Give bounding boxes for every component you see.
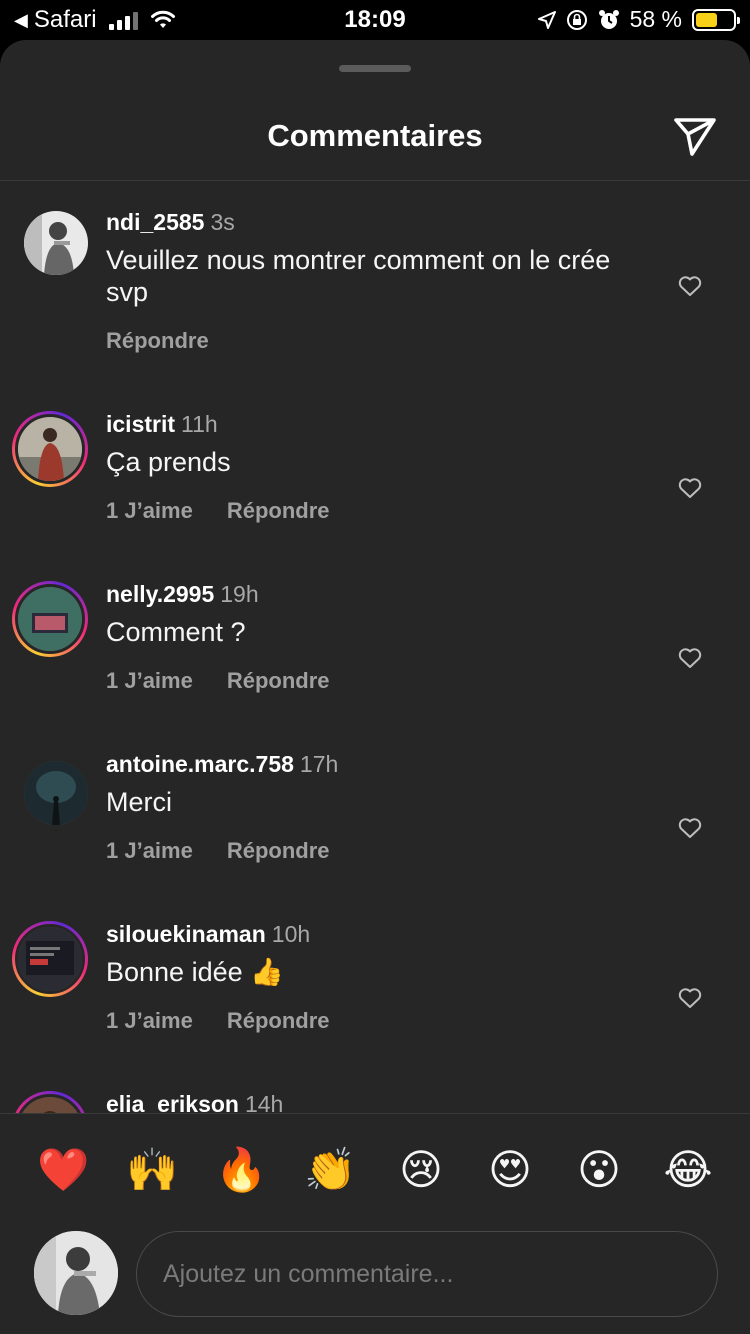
comment-item: icistrit 11h Ça prends 1 J’aime Répondre xyxy=(0,411,750,581)
comment-username[interactable]: nelly.2995 19h xyxy=(106,581,259,608)
status-bar: ◀ Safari 18:09 58 % xyxy=(0,0,750,40)
comment-text: Ça prends xyxy=(106,447,231,477)
emoji-crying-face[interactable]: 😢 xyxy=(395,1144,447,1196)
comment-actions: 1 J’aime Répondre xyxy=(106,838,330,864)
reply-button[interactable]: Répondre xyxy=(227,838,330,864)
comment-time: 14h xyxy=(244,1091,284,1113)
comment-actions: 1 J’aime Répondre xyxy=(106,498,330,524)
comment-actions: 1 J’aime Répondre xyxy=(106,668,330,694)
comment-item: nelly.2995 19h Comment ? 1 J’aime Répondr… xyxy=(0,581,750,751)
comment-actions: 1 J’aime Répondre xyxy=(106,1008,330,1034)
comment-text: Veuillez nous montrer comment on le crée… xyxy=(106,245,611,307)
emoji-astonished[interactable]: 😮 xyxy=(573,1144,625,1196)
comment-composer: ❤️ 🙌 🔥 👏 😢 😍 😮 😂 xyxy=(0,1113,750,1334)
likes-count[interactable]: 1 J’aime xyxy=(106,838,193,864)
emoji-fire[interactable]: 🔥 xyxy=(215,1144,267,1196)
reply-button[interactable]: Répondre xyxy=(227,668,330,694)
avatar[interactable] xyxy=(12,1091,88,1113)
avatar[interactable] xyxy=(12,411,88,487)
status-right: 58 % xyxy=(537,6,740,33)
avatar[interactable] xyxy=(24,211,88,275)
comment-time: 11h xyxy=(181,411,218,437)
avatar[interactable] xyxy=(12,581,88,657)
likes-count[interactable]: 1 J’aime xyxy=(106,668,193,694)
comment-time: 3s xyxy=(210,209,235,235)
avatar[interactable] xyxy=(24,761,88,825)
location-icon xyxy=(537,10,556,29)
comment-time: 10h xyxy=(271,921,311,947)
like-heart-icon[interactable] xyxy=(678,647,702,669)
comment-item: elia_erikson 14h xyxy=(0,1091,750,1113)
current-user-avatar xyxy=(34,1231,118,1315)
comment-time: 19h xyxy=(220,581,259,607)
comment-input-box[interactable] xyxy=(136,1231,718,1317)
quick-emoji-bar: ❤️ 🙌 🔥 👏 😢 😍 😮 😂 xyxy=(0,1144,750,1196)
page-title: Commentaires xyxy=(267,118,483,153)
comment-username[interactable]: elia_erikson 14h xyxy=(106,1091,283,1113)
comment-item: ndi_2585 3s Veuillez nous montrer comment… xyxy=(0,181,750,354)
reply-button[interactable]: Répondre xyxy=(227,1008,330,1034)
comment-time: 17h xyxy=(299,751,339,777)
alarm-icon xyxy=(598,9,619,29)
send-direct-icon[interactable] xyxy=(672,114,718,158)
comment-item: silouekinaman 10h Bonne idée 👍 1 J’aime R… xyxy=(0,921,750,1091)
comment-actions: Répondre xyxy=(106,328,209,354)
orientation-lock-icon xyxy=(566,9,587,30)
comments-sheet: Commentaires ndi_2585 3s Veuillez nous m… xyxy=(0,40,750,1334)
reply-button[interactable]: Répondre xyxy=(227,498,330,524)
comment-text: Bonne idée 👍 xyxy=(106,957,284,987)
likes-count[interactable]: 1 J’aime xyxy=(106,498,193,524)
comment-username[interactable]: icistrit 11h xyxy=(106,411,218,438)
emoji-raising-hands[interactable]: 🙌 xyxy=(126,1144,178,1196)
emoji-heart-eyes[interactable]: 😍 xyxy=(484,1144,536,1196)
comment-text: Merci xyxy=(106,787,172,817)
battery-icon xyxy=(692,8,740,31)
like-heart-icon[interactable] xyxy=(678,817,702,839)
comment-username[interactable]: antoine.marc.758 17h xyxy=(106,751,338,778)
battery-percent: 58 % xyxy=(629,6,682,32)
sheet-grabber-handle[interactable] xyxy=(339,65,411,72)
comment-username[interactable]: ndi_2585 3s xyxy=(106,209,235,236)
like-heart-icon[interactable] xyxy=(678,987,702,1009)
like-heart-icon[interactable] xyxy=(678,275,702,297)
comment-list[interactable]: ndi_2585 3s Veuillez nous montrer comment… xyxy=(0,181,750,1113)
comment-item: antoine.marc.758 17h Merci 1 J’aime Répon… xyxy=(0,751,750,921)
like-heart-icon[interactable] xyxy=(678,477,702,499)
reply-button[interactable]: Répondre xyxy=(106,328,209,354)
likes-count[interactable]: 1 J’aime xyxy=(106,1008,193,1034)
emoji-clapping-hands[interactable]: 👏 xyxy=(304,1144,356,1196)
avatar[interactable] xyxy=(12,921,88,997)
emoji-red-heart[interactable]: ❤️ xyxy=(37,1144,89,1196)
comment-input[interactable] xyxy=(137,1232,717,1316)
comment-username[interactable]: silouekinaman 10h xyxy=(106,921,310,948)
comment-text: Comment ? xyxy=(106,617,246,647)
emoji-tears-of-joy[interactable]: 😂 xyxy=(662,1144,714,1196)
